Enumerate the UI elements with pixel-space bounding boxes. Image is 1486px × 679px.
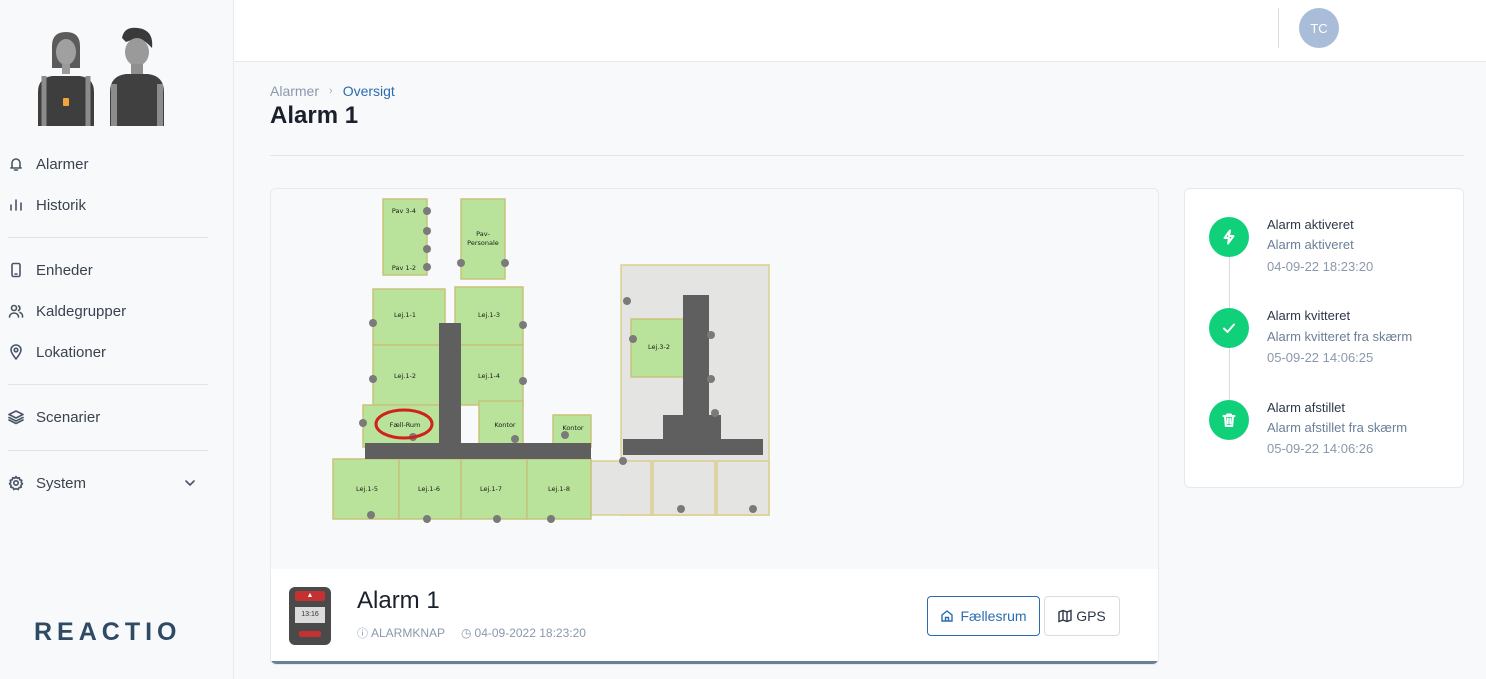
room-label: Lej.1-3 bbox=[478, 311, 500, 319]
sidebar-item-lokationer[interactable]: Lokationer bbox=[8, 340, 106, 364]
check-icon bbox=[1209, 308, 1249, 348]
alarm-timestamp: 04-09-2022 18:23:20 bbox=[474, 626, 586, 640]
room-label: Lej.1-7 bbox=[480, 485, 502, 493]
sidebar: Alarmer Historik Enheder Kaldegrupper Lo… bbox=[0, 0, 234, 679]
home-icon bbox=[941, 610, 954, 622]
location-button[interactable]: Fællesrum bbox=[927, 596, 1040, 636]
sidebar-item-kaldegrupper[interactable]: Kaldegrupper bbox=[8, 299, 126, 323]
location-button-label: Fællesrum bbox=[960, 608, 1027, 624]
timeline-time: 05-09-22 14:06:26 bbox=[1267, 441, 1374, 456]
timeline-title: Alarm kvitteret bbox=[1267, 308, 1351, 323]
reactio-logo: REACTIO bbox=[34, 618, 182, 646]
sidebar-item-label: Historik bbox=[36, 196, 87, 214]
alarm-progress-bar bbox=[271, 661, 1158, 664]
sidebar-item-label: Scenarier bbox=[36, 408, 101, 426]
room-label: Kontor bbox=[562, 424, 584, 432]
breadcrumb-parent[interactable]: Alarmer bbox=[270, 83, 319, 99]
floor-plan: Pav 3-4 Pav 1-2 Pav- Personale Lej.1-1 L… bbox=[271, 189, 1158, 569]
room-label: Lej.1-2 bbox=[394, 372, 416, 380]
gps-button[interactable]: GPS bbox=[1044, 596, 1120, 636]
room-label: Lej.1-1 bbox=[394, 311, 416, 319]
sidebar-item-scenarier[interactable]: Scenarier bbox=[8, 405, 100, 429]
room-label: Lej.1-8 bbox=[548, 485, 570, 493]
map-pin-icon bbox=[10, 344, 22, 360]
info-icon: ⓘ bbox=[357, 628, 368, 640]
timeline-title: Alarm aktiveret bbox=[1267, 217, 1354, 232]
sidebar-item-historik[interactable]: Historik bbox=[8, 193, 86, 217]
gear-icon bbox=[8, 475, 24, 491]
device-icon bbox=[11, 262, 21, 278]
chevron-right-icon: › bbox=[329, 85, 333, 97]
room-label: Lej.3-2 bbox=[648, 343, 670, 351]
page-title: Alarm 1 bbox=[270, 102, 359, 129]
floor-plan-drawing: Pav 3-4 Pav 1-2 Pav- Personale Lej.1-1 L… bbox=[332, 198, 770, 523]
room-label: Lej.1-6 bbox=[418, 485, 440, 493]
sidebar-item-system[interactable]: System bbox=[8, 471, 208, 495]
device-screen: 13:16 bbox=[295, 607, 325, 623]
trash-icon bbox=[1209, 400, 1249, 440]
sidebar-item-label: Enheder bbox=[36, 261, 93, 279]
chevron-down-icon bbox=[185, 480, 195, 486]
users-icon bbox=[8, 304, 24, 318]
timeline-desc: Alarm kvitteret fra skærm bbox=[1267, 329, 1413, 344]
timeline-title: Alarm afstillet bbox=[1267, 400, 1346, 415]
staff-illustration bbox=[38, 27, 164, 126]
alarm-title: Alarm 1 bbox=[357, 587, 440, 614]
nav-divider bbox=[8, 237, 208, 238]
lightning-icon bbox=[1209, 217, 1249, 257]
alarm-map-card: Pav 3-4 Pav 1-2 Pav- Personale Lej.1-1 L… bbox=[270, 188, 1159, 665]
sidebar-item-label: System bbox=[36, 474, 87, 492]
room-label: Pav- bbox=[476, 230, 490, 238]
alarm-info-bar: ▲ 13:16 Alarm 1 ⓘ ALARMKNAP ◷ 04-09-2022… bbox=[271, 569, 1158, 661]
room-label: Kontor bbox=[494, 421, 516, 429]
sidebar-item-label: Lokationer bbox=[36, 343, 107, 361]
clock-icon: ◷ bbox=[461, 626, 472, 640]
user-avatar[interactable]: TC bbox=[1299, 8, 1339, 48]
sidebar-item-enheder[interactable]: Enheder bbox=[8, 258, 93, 282]
bell-icon bbox=[10, 158, 22, 171]
top-bar bbox=[234, 0, 1486, 62]
alarm-type: ALARMKNAP bbox=[371, 626, 446, 640]
sidebar-item-alarmer[interactable]: Alarmer bbox=[8, 152, 89, 176]
sidebar-item-label: Kaldegrupper bbox=[36, 302, 127, 320]
timeline-time: 04-09-22 18:23:20 bbox=[1267, 259, 1374, 274]
breadcrumb: Alarmer › Oversigt bbox=[270, 83, 395, 99]
device-bottom-button bbox=[299, 631, 321, 637]
room-label: Personale bbox=[467, 239, 499, 247]
room-label: Pav 1-2 bbox=[392, 264, 416, 272]
nav-divider bbox=[8, 450, 208, 451]
sidebar-item-label: Alarmer bbox=[36, 155, 89, 173]
map-icon bbox=[1058, 609, 1072, 623]
alarm-timeline: Alarm aktiveret Alarm aktiveret 04-09-22… bbox=[1184, 188, 1464, 488]
nav-divider bbox=[8, 384, 208, 385]
gps-button-label: GPS bbox=[1076, 608, 1106, 624]
room-label: Lej.1-4 bbox=[478, 372, 500, 380]
alarm-device-image: ▲ 13:16 bbox=[289, 587, 331, 645]
topbar-divider bbox=[1278, 8, 1279, 48]
room-label: Pav 3-4 bbox=[392, 207, 416, 215]
room-label: Lej.1-5 bbox=[356, 485, 378, 493]
room-label: Fæll-Rum bbox=[390, 421, 421, 429]
breadcrumb-current: Oversigt bbox=[342, 83, 395, 99]
timeline-desc: Alarm afstillet fra skærm bbox=[1267, 420, 1408, 435]
alarm-meta: ⓘ ALARMKNAP ◷ 04-09-2022 18:23:20 bbox=[357, 625, 586, 641]
bar-chart-icon bbox=[10, 199, 22, 211]
timeline-desc: Alarm aktiveret bbox=[1267, 237, 1354, 252]
layers-icon bbox=[8, 410, 24, 425]
header-divider bbox=[270, 155, 1464, 156]
timeline-time: 05-09-22 14:06:25 bbox=[1267, 350, 1374, 365]
device-alert-button: ▲ bbox=[295, 591, 325, 601]
